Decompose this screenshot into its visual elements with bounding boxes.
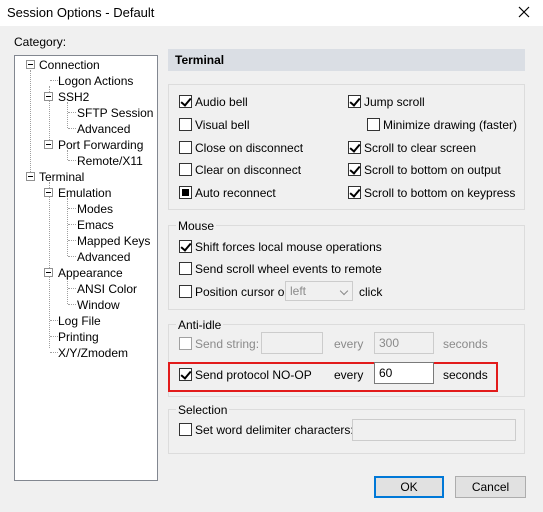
chevron-down-icon (339, 286, 349, 296)
section-title: Terminal (168, 49, 525, 71)
noop-seconds-label: seconds (443, 368, 488, 382)
scroll-bottom-keypress-label: Scroll to bottom on keypress (364, 186, 516, 200)
tree-item-mapped-keys[interactable]: Mapped Keys (77, 234, 150, 248)
title-bar: Session Options - Default (0, 0, 543, 26)
tree-item-port-forwarding[interactable]: Port Forwarding (58, 138, 143, 152)
clear-on-disconnect-checkbox[interactable] (179, 163, 192, 176)
noop-every-label: every (334, 368, 364, 382)
position-cursor-label: Position cursor on (195, 285, 292, 299)
collapse-icon[interactable] (44, 268, 53, 277)
tree-item-ansi-color[interactable]: ANSI Color (77, 282, 137, 296)
collapse-icon[interactable] (26, 172, 35, 181)
close-button[interactable] (506, 2, 542, 24)
tree-item-printing[interactable]: Printing (58, 330, 99, 344)
collapse-icon[interactable] (44, 188, 53, 197)
send-string-label: Send string: (195, 337, 260, 351)
shift-forces-checkbox[interactable] (179, 240, 192, 253)
position-cursor-checkbox[interactable] (179, 285, 192, 298)
send-string-seconds-label: seconds (443, 337, 488, 351)
send-string-interval-input[interactable]: 300 (374, 332, 434, 354)
tree-item-appearance[interactable]: Appearance (58, 266, 123, 280)
noop-interval-input[interactable]: 60 (374, 362, 434, 384)
close-on-disconnect-checkbox[interactable] (179, 141, 192, 154)
tree-item-emacs[interactable]: Emacs (77, 218, 114, 232)
tree-item-log-file[interactable]: Log File (58, 314, 101, 328)
anti-idle-group-title: Anti-idle (176, 318, 224, 332)
clear-on-disconnect-label: Clear on disconnect (195, 163, 302, 177)
category-label: Category: (14, 35, 67, 49)
window-title: Session Options - Default (7, 5, 155, 20)
close-on-disconnect-label: Close on disconnect (195, 141, 304, 155)
ok-button[interactable]: OK (374, 476, 444, 498)
auto-reconnect-checkbox[interactable] (179, 186, 192, 199)
visual-bell-label: Visual bell (195, 118, 250, 132)
tree-item-ssh2[interactable]: SSH2 (58, 90, 89, 104)
collapse-icon[interactable] (26, 60, 35, 69)
scroll-bottom-output-label: Scroll to bottom on output (364, 163, 501, 177)
tree-item-terminal[interactable]: Terminal (39, 170, 84, 184)
audio-bell-checkbox[interactable] (179, 95, 192, 108)
cancel-button[interactable]: Cancel (455, 476, 526, 498)
send-noop-label: Send protocol NO-OP (195, 368, 312, 382)
close-icon (518, 6, 530, 21)
category-tree[interactable]: Connection Logon Actions SSH2 SFTP Sessi… (14, 55, 158, 481)
scroll-wheel-label: Send scroll wheel events to remote (195, 262, 382, 276)
tree-item-ssh2-advanced[interactable]: Advanced (77, 122, 130, 136)
audio-bell-label: Audio bell (195, 95, 248, 109)
tree-item-emulation-advanced[interactable]: Advanced (77, 250, 130, 264)
tree-item-window[interactable]: Window (77, 298, 120, 312)
visual-bell-checkbox[interactable] (179, 118, 192, 131)
send-string-input[interactable] (261, 332, 323, 354)
selection-group-title: Selection (176, 403, 230, 417)
tree-item-emulation[interactable]: Emulation (58, 186, 111, 200)
collapse-icon[interactable] (44, 140, 53, 149)
tree-item-sftp-session[interactable]: SFTP Session (77, 106, 153, 120)
minimize-drawing-checkbox[interactable] (367, 118, 380, 131)
shift-forces-label: Shift forces local mouse operations (195, 240, 382, 254)
position-cursor-value: left (290, 284, 307, 298)
send-string-every-label: every (334, 337, 364, 351)
scroll-bottom-output-checkbox[interactable] (348, 163, 361, 176)
scroll-bottom-keypress-checkbox[interactable] (348, 186, 361, 199)
tree-item-xyzmodem[interactable]: X/Y/Zmodem (58, 346, 128, 360)
collapse-icon[interactable] (44, 92, 53, 101)
scroll-wheel-checkbox[interactable] (179, 262, 192, 275)
tree-item-connection[interactable]: Connection (39, 58, 100, 72)
send-noop-checkbox[interactable] (179, 368, 192, 381)
scroll-to-clear-checkbox[interactable] (348, 141, 361, 154)
scroll-to-clear-label: Scroll to clear screen (364, 141, 477, 155)
jump-scroll-label: Jump scroll (364, 95, 425, 109)
jump-scroll-checkbox[interactable] (348, 95, 361, 108)
word-delimiter-label: Set word delimiter characters: (195, 423, 354, 437)
minimize-drawing-label: Minimize drawing (faster) (383, 118, 518, 132)
mouse-group-title: Mouse (176, 219, 217, 233)
word-delimiter-checkbox[interactable] (179, 423, 192, 436)
tree-item-modes[interactable]: Modes (77, 202, 113, 216)
tree-item-logon-actions[interactable]: Logon Actions (58, 74, 133, 88)
click-label: click (359, 285, 383, 299)
auto-reconnect-label: Auto reconnect (195, 186, 276, 200)
tree-item-remote-x11[interactable]: Remote/X11 (77, 154, 143, 168)
send-string-checkbox[interactable] (179, 337, 192, 350)
word-delimiter-input[interactable] (352, 419, 516, 441)
position-cursor-select[interactable]: left (285, 281, 353, 301)
